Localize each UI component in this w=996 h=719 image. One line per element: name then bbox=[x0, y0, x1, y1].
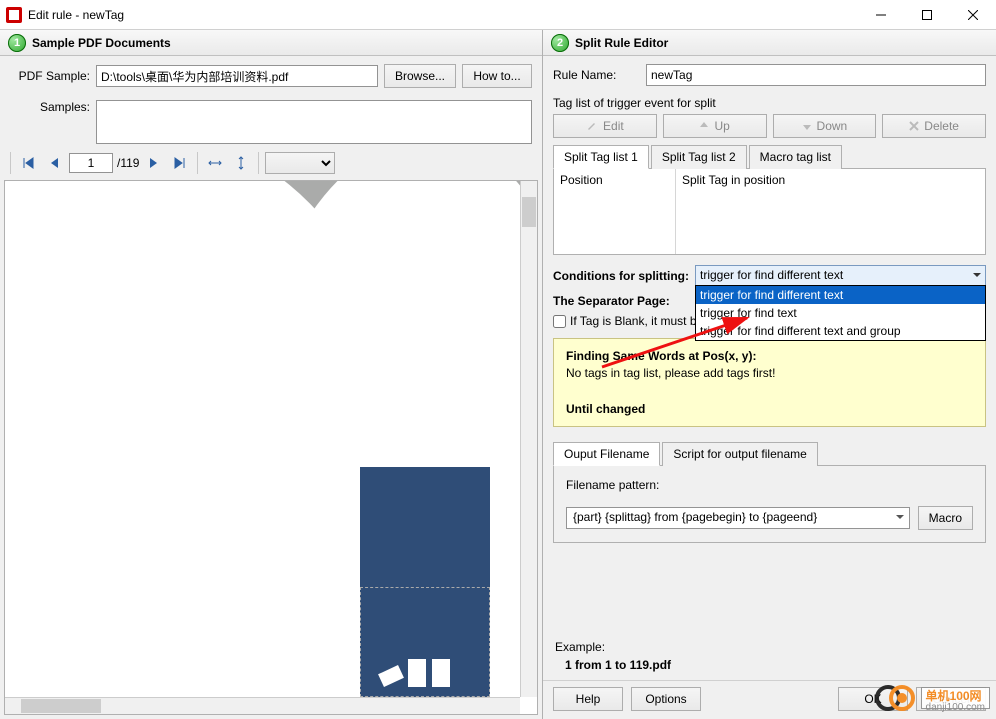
pdf-sample-label: PDF Sample: bbox=[10, 69, 90, 83]
last-page-button[interactable] bbox=[169, 152, 191, 174]
close-button[interactable] bbox=[950, 0, 996, 30]
pdf-canvas bbox=[5, 181, 520, 697]
next-page-button[interactable] bbox=[143, 152, 165, 174]
info-box: Finding Same Words at Pos(x, y): No tags… bbox=[553, 338, 986, 427]
first-page-button[interactable] bbox=[17, 152, 39, 174]
info-box-message: No tags in tag list, please add tags fir… bbox=[566, 366, 973, 380]
tab-split-tag-list-1[interactable]: Split Tag list 1 bbox=[553, 145, 649, 169]
conditions-option[interactable]: trigger for find text bbox=[696, 304, 985, 322]
macro-button[interactable]: Macro bbox=[918, 506, 973, 530]
col-splittag: Split Tag in position bbox=[676, 169, 985, 254]
right-panel: 2 Split Rule Editor Rule Name: Tag list … bbox=[543, 30, 996, 719]
step-1-badge: 1 bbox=[8, 34, 26, 52]
rule-name-input[interactable] bbox=[646, 64, 986, 86]
info-box-heading: Finding Same Words at Pos(x, y): bbox=[566, 349, 973, 363]
conditions-label: Conditions for splitting: bbox=[553, 269, 689, 283]
help-button[interactable]: Help bbox=[553, 687, 623, 711]
pattern-label: Filename pattern: bbox=[566, 478, 973, 492]
tab-split-tag-list-2[interactable]: Split Tag list 2 bbox=[651, 145, 747, 169]
window-title: Edit rule - newTag bbox=[28, 8, 858, 22]
tab-macro-tag-list[interactable]: Macro tag list bbox=[749, 145, 842, 169]
right-header-title: Split Rule Editor bbox=[575, 36, 668, 50]
rule-name-label: Rule Name: bbox=[553, 68, 638, 82]
watermark-name: 单机100网 bbox=[926, 690, 985, 703]
example-section: Example: 1 from 1 to 119.pdf bbox=[553, 632, 986, 680]
left-header: 1 Sample PDF Documents bbox=[0, 30, 542, 56]
edit-button[interactable]: Edit bbox=[553, 114, 657, 138]
col-position: Position bbox=[554, 169, 676, 254]
down-button[interactable]: Down bbox=[773, 114, 877, 138]
prev-page-button[interactable] bbox=[43, 152, 65, 174]
output-panel: Filename pattern: {part} {splittag} from… bbox=[553, 466, 986, 543]
output-tabs: Ouput Filename Script for output filenam… bbox=[553, 441, 986, 466]
page-number-input[interactable] bbox=[69, 153, 113, 173]
app-icon bbox=[6, 7, 22, 23]
conditions-dropdown[interactable]: trigger for find different text trigger … bbox=[695, 265, 986, 286]
page-total-label: /119 bbox=[117, 156, 139, 170]
up-button[interactable]: Up bbox=[663, 114, 767, 138]
blank-tag-checkbox[interactable] bbox=[553, 315, 566, 328]
conditions-value[interactable]: trigger for find different text bbox=[695, 265, 986, 286]
tag-table[interactable]: Position Split Tag in position bbox=[553, 169, 986, 255]
conditions-option[interactable]: trigger for find different text and grou… bbox=[696, 322, 985, 340]
tab-output-filename[interactable]: Ouput Filename bbox=[553, 442, 660, 466]
example-label: Example: bbox=[555, 640, 984, 654]
pattern-input[interactable]: {part} {splittag} from {pagebegin} to {p… bbox=[566, 507, 910, 529]
horizontal-scrollbar[interactable] bbox=[5, 697, 520, 714]
conditions-options: trigger for find different text trigger … bbox=[695, 285, 986, 341]
tab-script-output[interactable]: Script for output filename bbox=[662, 442, 817, 466]
samples-listbox[interactable] bbox=[96, 100, 532, 144]
taglist-tabs: Split Tag list 1 Split Tag list 2 Macro … bbox=[553, 144, 986, 169]
watermark-domain: danji100.com bbox=[926, 703, 985, 714]
info-box-footer: Until changed bbox=[566, 402, 973, 416]
page-nav-toolbar: /119 bbox=[0, 148, 542, 180]
samples-label: Samples: bbox=[10, 100, 90, 114]
fit-height-button[interactable] bbox=[230, 152, 252, 174]
pdf-sample-input[interactable] bbox=[96, 65, 378, 87]
delete-button[interactable]: Delete bbox=[882, 114, 986, 138]
left-panel: 1 Sample PDF Documents PDF Sample: Brows… bbox=[0, 30, 543, 719]
fit-width-button[interactable] bbox=[204, 152, 226, 174]
zoom-select[interactable] bbox=[265, 152, 335, 174]
vertical-scrollbar[interactable] bbox=[520, 181, 537, 697]
pdf-preview[interactable] bbox=[4, 180, 538, 715]
step-2-badge: 2 bbox=[551, 34, 569, 52]
minimize-button[interactable] bbox=[858, 0, 904, 30]
watermark: 单机100网 danji100.com bbox=[875, 683, 990, 713]
right-header: 2 Split Rule Editor bbox=[543, 30, 996, 56]
watermark-logo-icon bbox=[875, 683, 917, 713]
maximize-button[interactable] bbox=[904, 0, 950, 30]
example-value: 1 from 1 to 119.pdf bbox=[555, 658, 984, 672]
howto-button[interactable]: How to... bbox=[462, 64, 532, 88]
left-header-title: Sample PDF Documents bbox=[32, 36, 171, 50]
title-bar: Edit rule - newTag bbox=[0, 0, 996, 30]
conditions-option[interactable]: trigger for find different text bbox=[696, 286, 985, 304]
browse-button[interactable]: Browse... bbox=[384, 64, 456, 88]
options-button[interactable]: Options bbox=[631, 687, 701, 711]
taglist-label: Tag list of trigger event for split bbox=[553, 96, 986, 110]
